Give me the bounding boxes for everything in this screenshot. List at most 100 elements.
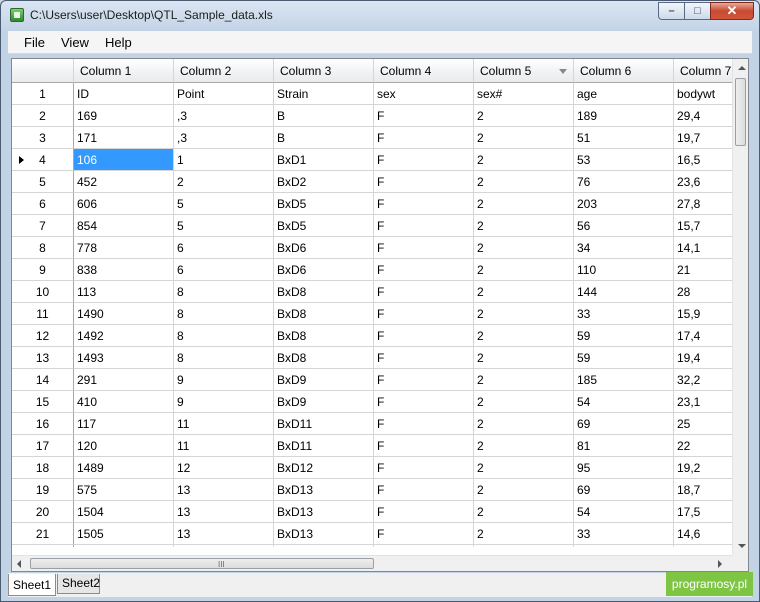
grid-cell[interactable]: 29,4 bbox=[674, 105, 732, 127]
grid-cell[interactable]: 23,6 bbox=[674, 171, 732, 193]
row-header[interactable]: 21 bbox=[12, 523, 74, 545]
grid-cell[interactable]: 13 bbox=[174, 479, 274, 501]
grid-cell[interactable]: 28 bbox=[674, 281, 732, 303]
column-header-2[interactable]: Column 2 bbox=[174, 59, 274, 83]
row-header[interactable]: 8 bbox=[12, 237, 74, 259]
menu-help[interactable]: Help bbox=[105, 35, 132, 50]
column-header-6[interactable]: Column 6 bbox=[574, 59, 674, 83]
grid-cell[interactable]: BxD6 bbox=[274, 259, 374, 281]
grid-cell[interactable]: 59 bbox=[574, 347, 674, 369]
menu-file[interactable]: File bbox=[24, 35, 45, 50]
grid-cell[interactable]: 22 bbox=[674, 435, 732, 457]
grid-cell[interactable]: 11 bbox=[174, 435, 274, 457]
grid-cell[interactable]: 8 bbox=[174, 281, 274, 303]
grid-cell[interactable]: F bbox=[374, 523, 474, 545]
grid-cell[interactable]: 56 bbox=[574, 215, 674, 237]
grid-cell[interactable]: 14,6 bbox=[674, 523, 732, 545]
grid-cell[interactable]: 2 bbox=[474, 325, 574, 347]
grid-cell[interactable]: BxD2 bbox=[274, 171, 374, 193]
grid-cell[interactable]: 2 bbox=[474, 391, 574, 413]
grid-cell[interactable]: F bbox=[374, 105, 474, 127]
row-header[interactable]: 3 bbox=[12, 127, 74, 149]
row-header[interactable]: 5 bbox=[12, 171, 74, 193]
grid-cell[interactable]: 24,3 bbox=[674, 545, 732, 547]
grid-cell[interactable]: 81 bbox=[574, 435, 674, 457]
grid-cell[interactable]: BxD5 bbox=[274, 215, 374, 237]
grid-cell[interactable]: F bbox=[374, 369, 474, 391]
grid-cell[interactable]: 203 bbox=[574, 193, 674, 215]
row-header[interactable]: 10 bbox=[12, 281, 74, 303]
grid-cell[interactable]: 113 bbox=[74, 281, 174, 303]
title-bar[interactable]: C:\Users\user\Desktop\QTL_Sample_data.xl… bbox=[1, 1, 759, 29]
grid-cell[interactable]: 1490 bbox=[74, 303, 174, 325]
row-header[interactable]: 2 bbox=[12, 105, 74, 127]
grid-cell[interactable]: 1492 bbox=[74, 325, 174, 347]
grid-cell[interactable]: F bbox=[374, 303, 474, 325]
grid-cell[interactable]: 2 bbox=[474, 457, 574, 479]
grid-cell[interactable]: 95 bbox=[574, 457, 674, 479]
grid-cell[interactable]: BxD8 bbox=[274, 347, 374, 369]
grid-cell[interactable]: 13 bbox=[174, 523, 274, 545]
grid-cell[interactable]: 2 bbox=[474, 369, 574, 391]
tab-sheet1[interactable]: Sheet1 bbox=[8, 574, 56, 596]
grid-cell[interactable]: BxD6 bbox=[274, 237, 374, 259]
grid-cell[interactable]: 6 bbox=[174, 259, 274, 281]
grid-cell[interactable]: BxD8 bbox=[274, 325, 374, 347]
grid-cell[interactable]: F bbox=[374, 501, 474, 523]
grid-cell[interactable]: 33 bbox=[574, 303, 674, 325]
tab-sheet2[interactable]: Sheet2 bbox=[57, 574, 100, 594]
column-header-7[interactable]: Column 7 bbox=[674, 59, 732, 83]
grid-cell[interactable]: ,3 bbox=[174, 127, 274, 149]
grid-cell[interactable]: 171 bbox=[74, 127, 174, 149]
row-header[interactable]: 12 bbox=[12, 325, 74, 347]
row-header[interactable]: 7 bbox=[12, 215, 74, 237]
grid-cell[interactable]: 189 bbox=[574, 105, 674, 127]
grid-cell[interactable]: 838 bbox=[74, 259, 174, 281]
row-header[interactable]: 14 bbox=[12, 369, 74, 391]
grid-cell[interactable]: 51 bbox=[574, 127, 674, 149]
grid-cell[interactable]: 19,2 bbox=[674, 457, 732, 479]
grid-cell[interactable]: BxD8 bbox=[274, 281, 374, 303]
grid-cell[interactable]: 2 bbox=[474, 523, 574, 545]
minimize-button[interactable]: – bbox=[658, 2, 684, 20]
horizontal-scrollbar[interactable]: III bbox=[12, 555, 732, 571]
grid-cell[interactable]: F bbox=[374, 193, 474, 215]
grid-cell[interactable]: F bbox=[374, 347, 474, 369]
row-header[interactable]: 15 bbox=[12, 391, 74, 413]
grid-cell[interactable]: 8 bbox=[174, 325, 274, 347]
grid-cell[interactable]: BxD11 bbox=[274, 435, 374, 457]
grid-cell[interactable]: 69 bbox=[574, 479, 674, 501]
grid-cell[interactable]: age bbox=[574, 83, 674, 105]
row-header[interactable]: 19 bbox=[12, 479, 74, 501]
grid-cell[interactable]: 19,4 bbox=[674, 347, 732, 369]
grid-cell[interactable]: BxD13 bbox=[274, 523, 374, 545]
maximize-button[interactable]: □ bbox=[684, 2, 710, 20]
grid-cell[interactable]: 2 bbox=[474, 171, 574, 193]
grid-cell[interactable]: 69 bbox=[574, 413, 674, 435]
grid-cell[interactable]: 169 bbox=[74, 105, 174, 127]
grid-cell[interactable]: 606 bbox=[74, 193, 174, 215]
grid-cell[interactable]: 2 bbox=[174, 171, 274, 193]
grid-cell[interactable]: 5 bbox=[174, 193, 274, 215]
grid-cell[interactable]: 59 bbox=[574, 325, 674, 347]
grid-cell[interactable]: 2 bbox=[474, 127, 574, 149]
grid-cell[interactable]: F bbox=[374, 479, 474, 501]
grid-cell[interactable]: 2 bbox=[474, 237, 574, 259]
grid-cell[interactable]: 110 bbox=[574, 259, 674, 281]
grid-cell[interactable]: 2 bbox=[474, 149, 574, 171]
grid-cell[interactable]: sex bbox=[374, 83, 474, 105]
close-button[interactable]: ✕ bbox=[710, 2, 754, 20]
sort-dropdown-icon[interactable] bbox=[559, 69, 567, 74]
grid-cell[interactable]: 13 bbox=[174, 501, 274, 523]
grid-cell[interactable]: 410 bbox=[74, 391, 174, 413]
grid-cell[interactable]: 2 bbox=[474, 105, 574, 127]
menu-view[interactable]: View bbox=[61, 35, 89, 50]
grid-cell[interactable]: 469 bbox=[74, 545, 174, 547]
grid-cell[interactable]: 2 bbox=[474, 215, 574, 237]
grid-cell[interactable]: B bbox=[274, 127, 374, 149]
grid-cell[interactable]: bodywt bbox=[674, 83, 732, 105]
grid-cell[interactable]: F bbox=[374, 149, 474, 171]
row-header[interactable]: 13 bbox=[12, 347, 74, 369]
scroll-right-arrow-icon[interactable] bbox=[718, 560, 722, 568]
grid-cell[interactable]: 21 bbox=[674, 259, 732, 281]
